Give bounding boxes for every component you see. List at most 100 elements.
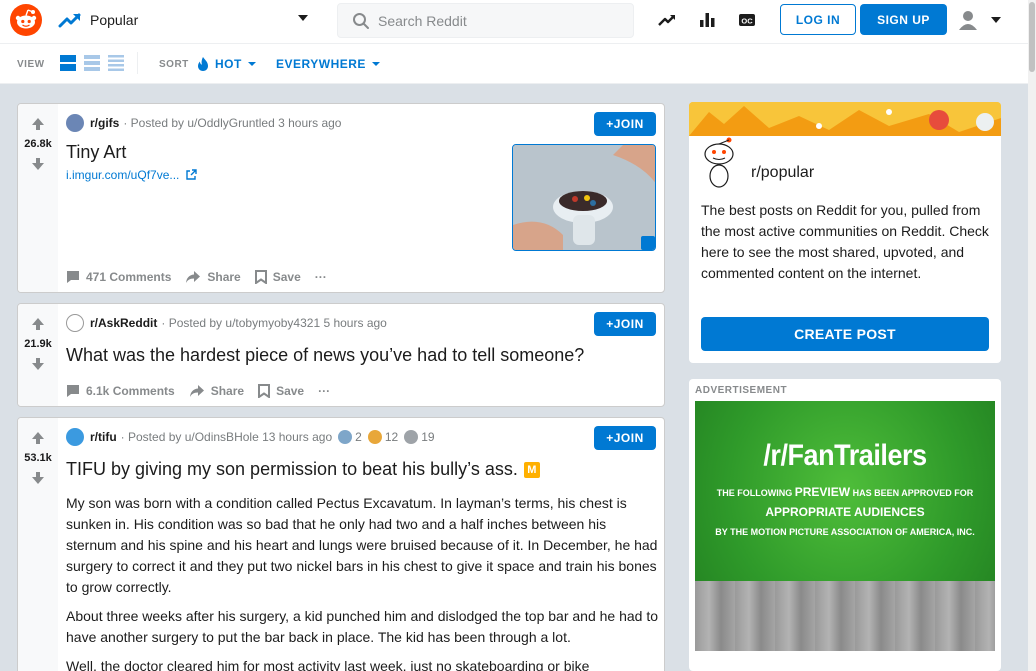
post-paragraph: My son was born with a condition called … (66, 495, 658, 595)
chevron-down-icon (991, 17, 1001, 23)
post-link[interactable]: i.imgur.com/uQf7ve... (66, 168, 198, 182)
community-banner (689, 102, 1001, 136)
upvote-icon[interactable] (30, 430, 46, 446)
post-meta: r/AskReddit · Posted by u/tobymyoby4321 … (66, 314, 387, 332)
share-label: Share (210, 384, 245, 398)
downvote-icon[interactable] (30, 470, 46, 486)
ad-floor-graphic (695, 581, 995, 651)
save-label: Save (276, 384, 305, 398)
subreddit-link[interactable]: r/gifs (90, 116, 119, 130)
join-button[interactable]: +JOIN (594, 112, 656, 136)
post-title[interactable]: Tiny Art (66, 142, 126, 163)
signup-button[interactable]: SIGN UP (860, 4, 947, 35)
post-link-text: i.imgur.com/uQf7ve... (66, 168, 180, 182)
post-actions: 6.1k Comments Share Save ··· (66, 382, 344, 400)
posted-by: · Posted by u/OddlyGruntled 3 hours ago (123, 116, 342, 130)
subreddit-link[interactable]: r/AskReddit (90, 316, 157, 330)
award-silver[interactable]: 2 (338, 430, 362, 444)
bookmark-icon (258, 384, 271, 398)
comments-count: 6.1k Comments (86, 384, 175, 398)
ad-line-3: BY THE MOTION PICTURE ASSOCIATION OF AME… (715, 527, 975, 537)
reddit-logo-icon[interactable] (10, 4, 42, 36)
advertisement-card: ADVERTISEMENT /r/FanTrailers THE FOLLOWI… (689, 379, 1001, 671)
sort-label: SORT (159, 59, 189, 70)
search-bar[interactable] (337, 3, 634, 38)
ad-banner[interactable]: /r/FanTrailers THE FOLLOWING PREVIEW HAS… (695, 401, 995, 651)
post-card[interactable]: 26.8k r/gifs · Posted by u/OddlyGruntled… (17, 103, 665, 293)
post-meta: r/gifs · Posted by u/OddlyGruntled 3 hou… (66, 114, 341, 132)
post-card[interactable]: 53.1k r/tifu · Posted by u/OdinsBHole 13… (17, 417, 665, 671)
trending-icon[interactable] (657, 10, 677, 30)
share-icon (189, 385, 204, 397)
post-title-row[interactable]: TIFU by giving my son permission to beat… (66, 459, 540, 480)
join-button[interactable]: +JOIN (594, 426, 656, 450)
page-scrollbar[interactable] (1028, 0, 1036, 671)
comments-button[interactable]: 6.1k Comments (66, 384, 175, 398)
chevron-down-icon (371, 62, 380, 66)
upvote-icon[interactable] (30, 316, 46, 332)
award-count: 2 (355, 430, 362, 444)
upvote-icon[interactable] (30, 116, 46, 132)
ad-title: /r/FanTrailers (763, 439, 927, 472)
feed-selector[interactable]: Popular (58, 5, 316, 35)
ad-line-1: THE FOLLOWING PREVIEW HAS BEEN APPROVED … (716, 485, 974, 499)
award-count: 12 (384, 430, 399, 444)
location-label: EVERYWHERE (276, 57, 366, 71)
search-input[interactable] (378, 12, 618, 29)
search-icon (353, 12, 369, 29)
vote-column: 26.8k (18, 104, 58, 292)
flame-icon (198, 57, 208, 71)
view-compact-icon[interactable] (107, 54, 125, 72)
subreddit-link[interactable]: r/tifu (90, 430, 117, 444)
more-options-button[interactable]: ··· (315, 270, 327, 284)
bookmark-icon (254, 270, 267, 284)
vote-count: 21.9k (24, 338, 52, 350)
downvote-icon[interactable] (30, 356, 46, 372)
comment-icon (67, 385, 79, 397)
vote-count: 53.1k (24, 452, 52, 464)
login-button[interactable]: LOG IN (780, 4, 856, 35)
post-thumbnail[interactable] (512, 144, 656, 251)
more-options-button[interactable]: ··· (318, 384, 330, 398)
posted-by: · Posted by u/OdinsBHole 13 hours ago (120, 430, 333, 444)
save-button[interactable]: Save (254, 270, 301, 284)
share-label: Share (207, 270, 241, 284)
post-card[interactable]: 21.9k r/AskReddit · Posted by u/tobymyob… (17, 303, 665, 407)
posted-by: · Posted by u/tobymyoby4321 5 hours ago (161, 316, 387, 330)
downvote-icon[interactable] (30, 156, 46, 172)
award-gold[interactable]: 12 (367, 430, 399, 444)
chevron-down-icon (247, 62, 256, 66)
subreddit-icon (66, 114, 84, 132)
location-dropdown[interactable]: EVERYWHERE (276, 54, 380, 74)
share-button[interactable]: Share (189, 384, 244, 398)
save-label: Save (272, 270, 301, 284)
share-button[interactable]: Share (185, 270, 241, 284)
comment-icon (67, 271, 79, 283)
post-title[interactable]: What was the hardest piece of news you’v… (66, 345, 584, 366)
view-classic-icon[interactable] (83, 54, 101, 72)
community-card: r/popular The best posts on Reddit for y… (689, 102, 1001, 363)
view-label: VIEW (17, 59, 45, 70)
vote-count: 26.8k (24, 138, 52, 150)
create-post-button[interactable]: CREATE POST (701, 317, 989, 351)
platinum-award-icon (404, 430, 419, 444)
user-menu[interactable] (956, 8, 1006, 32)
comments-button[interactable]: 471 Comments (66, 270, 171, 284)
oc-icon[interactable]: OC (737, 10, 757, 30)
user-icon (959, 11, 977, 30)
stats-icon[interactable] (697, 10, 717, 30)
sort-hot-label: HOT (215, 57, 242, 71)
award-count: 19 (421, 430, 435, 444)
save-button[interactable]: Save (258, 384, 304, 398)
join-button[interactable]: +JOIN (594, 312, 656, 336)
gold-award-icon (367, 430, 382, 444)
ad-label: ADVERTISEMENT (695, 385, 788, 396)
subreddit-icon (66, 314, 84, 332)
ad-line-2: APPROPRIATE AUDIENCES (765, 505, 925, 519)
trending-icon (58, 13, 81, 28)
award-platinum[interactable]: 19 (404, 430, 435, 444)
view-card-icon[interactable] (59, 54, 77, 72)
scrollbar-thumb[interactable] (1029, 2, 1035, 72)
sort-hot-dropdown[interactable]: HOT (196, 54, 256, 74)
vote-column: 21.9k (18, 304, 58, 406)
